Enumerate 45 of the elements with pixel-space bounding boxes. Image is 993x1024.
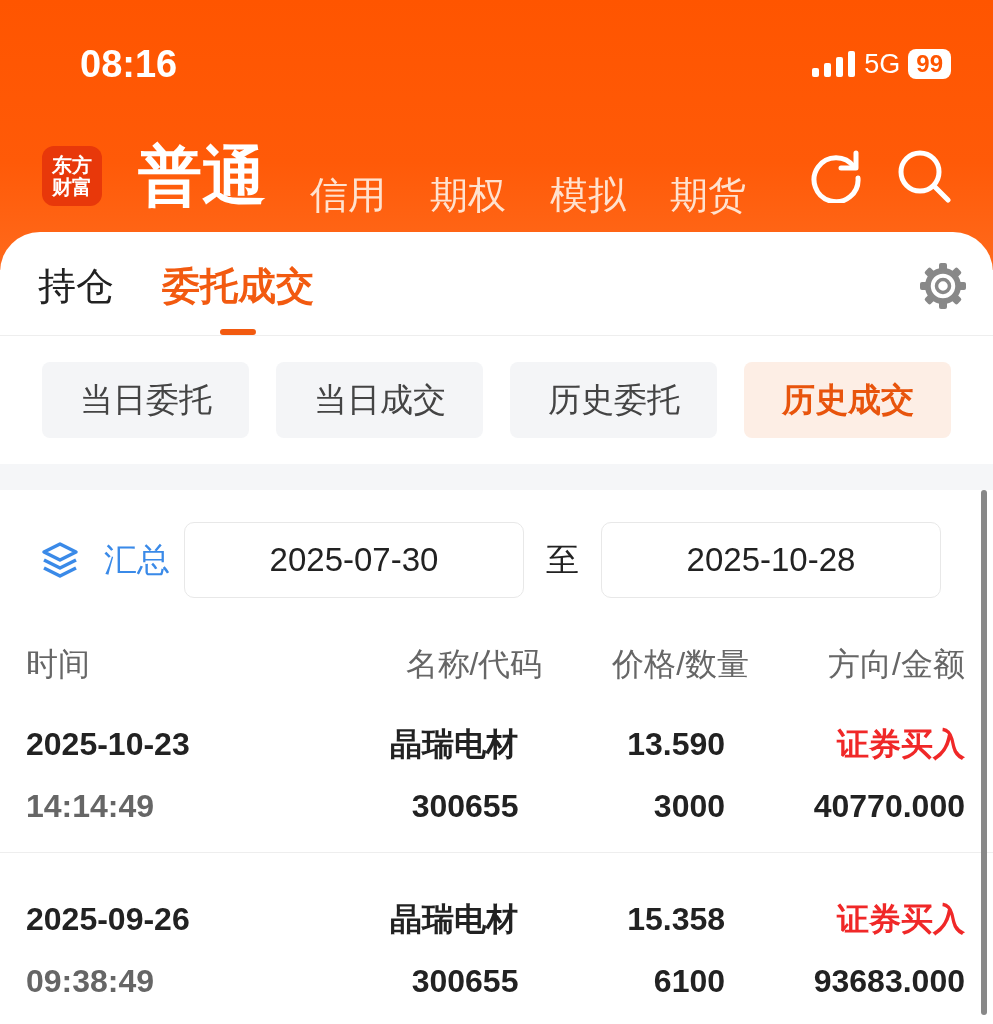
network-label: 5G — [864, 47, 901, 81]
status-time: 08:16 — [80, 41, 178, 87]
table-cell-text: 2025-10-23 — [26, 725, 191, 764]
layers-icon[interactable] — [40, 540, 80, 580]
settings-icon[interactable] — [919, 262, 967, 310]
range-separator: 至 — [546, 540, 579, 581]
search-icon[interactable] — [897, 149, 951, 203]
table-cell-text: 09:38:49 — [26, 962, 156, 1001]
column-header: 方向/金额 — [828, 646, 965, 682]
battery-level: 99 — [908, 49, 951, 79]
table-cell-text: 6100 — [653, 962, 725, 1001]
filter-button[interactable]: 历史委托 — [510, 362, 717, 438]
summary-link[interactable]: 汇总 — [104, 535, 170, 585]
table-cell-text: 14:14:49 — [26, 787, 156, 826]
filter-button[interactable]: 历史成交 — [744, 362, 951, 438]
table-cell-text: 证券买入 — [837, 900, 965, 939]
table-cell-text: 3000 — [653, 787, 725, 826]
filter-button[interactable]: 当日成交 — [276, 362, 483, 438]
start-date-field[interactable]: 2025-07-30 — [184, 522, 524, 598]
end-date-field[interactable]: 2025-10-28 — [601, 522, 941, 598]
account-tab[interactable]: 信用 — [310, 167, 386, 224]
tab-indicator — [220, 329, 256, 335]
signal-icon — [812, 51, 857, 77]
refresh-icon[interactable] — [809, 149, 863, 203]
tab[interactable]: 委托成交 — [162, 258, 314, 315]
table-cell-text: 300655 — [411, 787, 519, 826]
table-cell-text: 晶瑞电材 — [390, 725, 519, 764]
column-header: 时间 — [26, 646, 90, 682]
account-tab[interactable]: 期货 — [670, 167, 746, 224]
table-cell-text: 93683.000 — [813, 962, 965, 1001]
filter-button[interactable]: 当日委托 — [42, 362, 249, 438]
column-header: 名称/代码 — [405, 646, 543, 682]
table-cell-text: 300655 — [411, 962, 519, 1001]
table-cell-text: 晶瑞电材 — [390, 900, 519, 939]
table-cell-text: 证券买入 — [837, 725, 965, 764]
account-tab[interactable]: 普通 — [138, 128, 266, 224]
table-cell-text: 2025-09-26 — [26, 900, 191, 939]
table-cell-text: 15.358 — [627, 900, 725, 939]
account-tab[interactable]: 期权 — [430, 167, 506, 224]
table-cell-text: 40770.000 — [813, 787, 965, 826]
account-tab[interactable]: 模拟 — [550, 167, 626, 224]
tab[interactable]: 持仓 — [38, 258, 114, 315]
app-logo: 东方 财富 — [42, 146, 102, 206]
column-header: 价格/数量 — [612, 646, 749, 682]
table-cell-text: 13.590 — [627, 725, 725, 764]
